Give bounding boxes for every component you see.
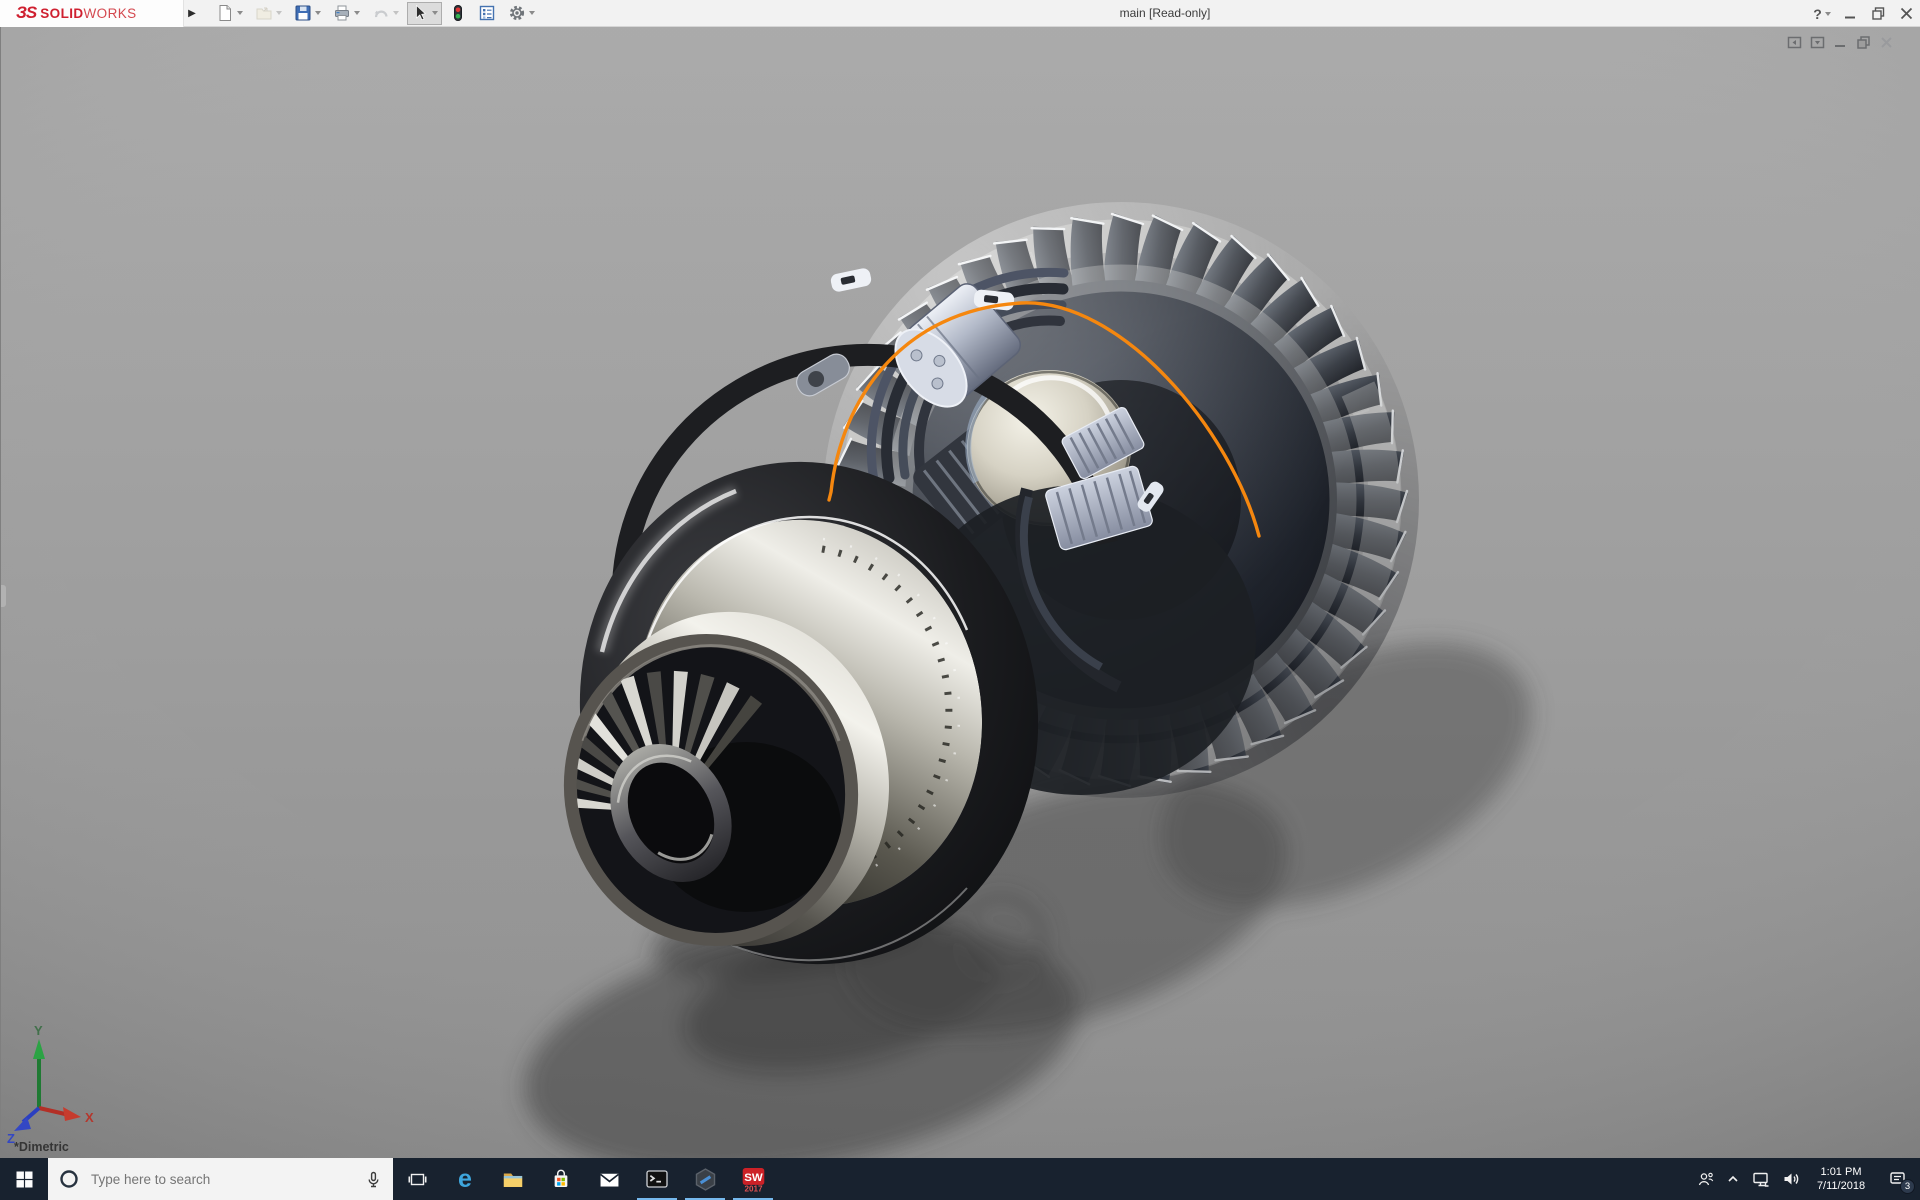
help-button[interactable]: ? bbox=[1808, 0, 1836, 27]
close-document-icon[interactable] bbox=[1879, 35, 1894, 50]
brand-name-bold: SOLID bbox=[40, 6, 83, 21]
start-button[interactable] bbox=[0, 1158, 48, 1200]
file-properties-button[interactable] bbox=[474, 2, 500, 25]
toolbar-flyout-button[interactable]: ▶ bbox=[184, 2, 200, 25]
people-icon bbox=[1696, 1170, 1715, 1189]
print-icon bbox=[333, 4, 351, 22]
command-prompt-icon bbox=[645, 1167, 669, 1191]
svg-text:SW: SW bbox=[744, 1171, 763, 1183]
restore-document-icon[interactable] bbox=[1856, 35, 1871, 50]
hidden-icons-button[interactable] bbox=[1720, 1158, 1746, 1200]
network-icon bbox=[1751, 1169, 1771, 1189]
edge-icon: e bbox=[452, 1166, 478, 1192]
notification-badge: 3 bbox=[1900, 1179, 1915, 1194]
taskbar-app-command-prompt[interactable] bbox=[633, 1158, 681, 1200]
network-button[interactable] bbox=[1746, 1158, 1776, 1200]
brand-mark-icon: ЗS bbox=[16, 3, 36, 23]
select-tool-button[interactable] bbox=[407, 2, 442, 25]
quick-access-toolbar bbox=[210, 0, 541, 27]
triad-x-label: X bbox=[85, 1110, 94, 1125]
task-view-button[interactable] bbox=[393, 1158, 441, 1200]
engine-3d-model[interactable]: Y X Z bbox=[1, 27, 1920, 1158]
file-properties-icon bbox=[478, 4, 496, 22]
document-window-controls bbox=[1787, 35, 1894, 50]
new-document-button[interactable] bbox=[212, 2, 247, 25]
volume-button[interactable] bbox=[1776, 1158, 1806, 1200]
volume-icon bbox=[1781, 1169, 1801, 1189]
close-icon bbox=[1900, 7, 1913, 20]
solidworks-logo: ЗS SOLIDWORKS bbox=[0, 0, 184, 27]
window-controls: ? bbox=[1808, 0, 1920, 27]
store-icon bbox=[550, 1168, 572, 1190]
restore-icon bbox=[1872, 7, 1885, 20]
taskbar-app-mail[interactable] bbox=[585, 1158, 633, 1200]
traffic-light-icon bbox=[450, 4, 466, 22]
system-tray: 1:01 PM 7/11/2018 3 bbox=[1690, 1158, 1920, 1200]
undo-button[interactable] bbox=[368, 2, 403, 25]
titlebar: ЗS SOLIDWORKS ▶ bbox=[0, 0, 1920, 27]
open-document-button[interactable] bbox=[251, 2, 286, 25]
taskbar-app-hexagon-cad[interactable] bbox=[681, 1158, 729, 1200]
gear-icon bbox=[508, 4, 526, 22]
minimize-icon bbox=[1844, 8, 1856, 20]
microphone-icon[interactable] bbox=[364, 1170, 383, 1189]
people-button[interactable] bbox=[1690, 1158, 1720, 1200]
triad-y-label: Y bbox=[34, 1023, 43, 1038]
file-explorer-icon bbox=[502, 1168, 524, 1190]
save-button[interactable] bbox=[290, 2, 325, 25]
restore-button[interactable] bbox=[1864, 0, 1892, 27]
taskbar-app-file-explorer[interactable] bbox=[489, 1158, 537, 1200]
task-view-icon bbox=[408, 1170, 427, 1189]
taskbar-app-store[interactable] bbox=[537, 1158, 585, 1200]
cortana-icon bbox=[58, 1168, 80, 1190]
hexagon-app-icon bbox=[693, 1167, 718, 1192]
search-input[interactable] bbox=[89, 1171, 355, 1188]
taskbar-app-edge[interactable]: e bbox=[441, 1158, 489, 1200]
svg-text:2017: 2017 bbox=[744, 1184, 763, 1192]
chevron-up-icon bbox=[1726, 1172, 1740, 1186]
brand-name-light: WORKS bbox=[84, 6, 137, 21]
undo-icon bbox=[372, 4, 390, 22]
feature-manager-collapsed-tab[interactable] bbox=[1, 585, 6, 607]
window-title: main [Read-only] bbox=[1120, 0, 1211, 27]
restore-pane-left-icon[interactable] bbox=[1787, 35, 1802, 50]
clock-date: 7/11/2018 bbox=[1806, 1179, 1876, 1193]
open-icon bbox=[255, 4, 273, 22]
print-button[interactable] bbox=[329, 2, 364, 25]
mail-icon bbox=[598, 1168, 621, 1191]
taskbar-app-solidworks[interactable]: SW 2017 bbox=[729, 1158, 777, 1200]
graphics-viewport[interactable]: Y X Z *Dimetric bbox=[0, 27, 1920, 1158]
help-caret-icon bbox=[1825, 12, 1831, 16]
taskbar-search[interactable] bbox=[48, 1158, 393, 1200]
windows-taskbar: e bbox=[0, 1158, 1920, 1200]
minimize-button[interactable] bbox=[1836, 0, 1864, 27]
windows-logo-icon bbox=[16, 1171, 33, 1188]
view-orientation-label: *Dimetric bbox=[14, 1140, 69, 1154]
action-center-button[interactable]: 3 bbox=[1876, 1158, 1920, 1200]
select-cursor-icon bbox=[411, 4, 429, 22]
clock-time: 1:01 PM bbox=[1806, 1165, 1876, 1179]
new-document-icon bbox=[216, 4, 234, 22]
options-button[interactable] bbox=[504, 2, 539, 25]
minimize-document-icon[interactable] bbox=[1833, 35, 1848, 50]
solidworks-2017-icon: SW 2017 bbox=[740, 1166, 767, 1193]
taskbar-clock[interactable]: 1:01 PM 7/11/2018 bbox=[1806, 1165, 1876, 1194]
restore-pane-down-icon[interactable] bbox=[1810, 35, 1825, 50]
traffic-light-button[interactable] bbox=[446, 2, 470, 25]
close-button[interactable] bbox=[1892, 0, 1920, 27]
save-icon bbox=[294, 4, 312, 22]
svg-text:e: e bbox=[458, 1166, 472, 1192]
